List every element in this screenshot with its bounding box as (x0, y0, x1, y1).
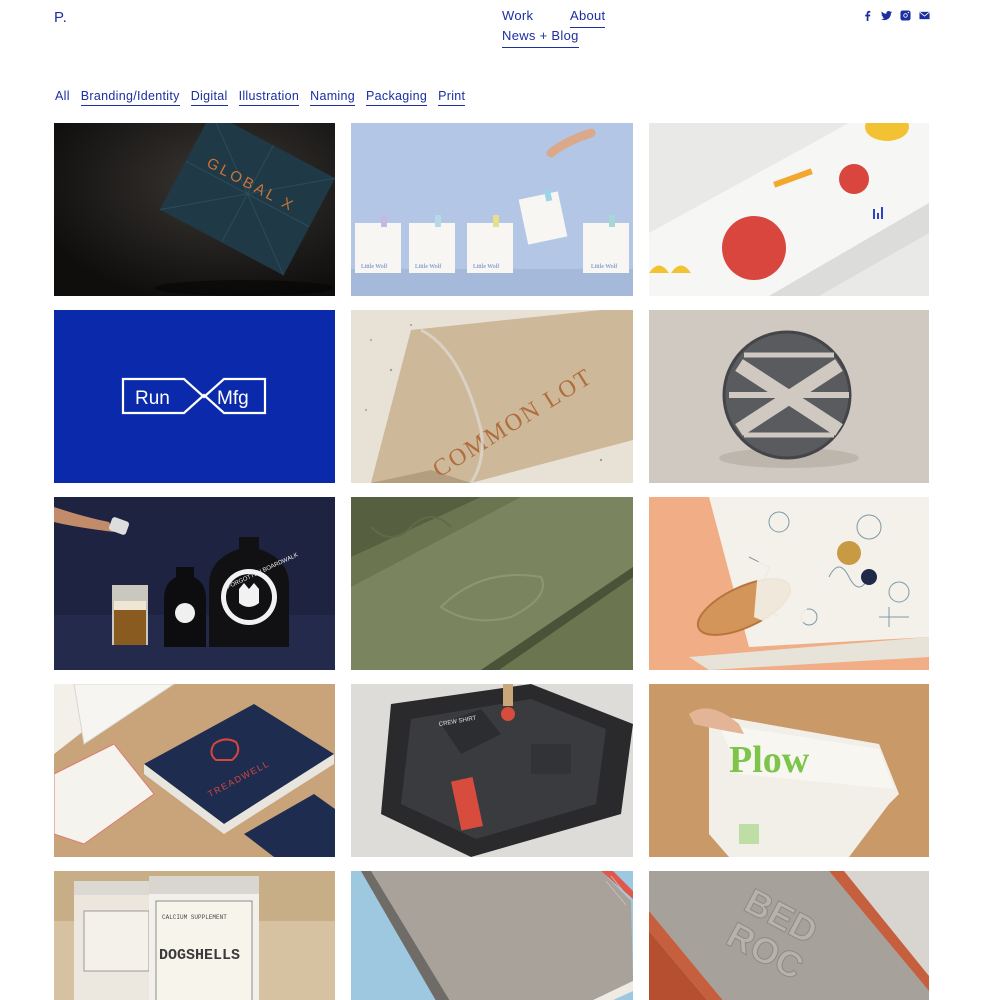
email-icon[interactable] (919, 10, 930, 21)
project-tile-treadwell[interactable]: TREADWELL (54, 684, 335, 857)
facebook-icon[interactable] (862, 10, 873, 21)
category-filters: All Branding/Identity Digital Illustrati… (55, 89, 466, 106)
svg-text:Little Wolf: Little Wolf (415, 263, 441, 270)
project-tile-common-lot[interactable]: COMMON LOT (351, 310, 633, 483)
project-tile-dogshells[interactable]: CALCIUM SUPPLEMENT DOGSHELLS (54, 871, 335, 1000)
project-grid: GLOBAL X Little Wolf Little Wolf Little … (54, 123, 929, 1000)
main-nav: Work About News + Blog (502, 8, 606, 48)
project-tile-gray-emblem[interactable] (649, 310, 929, 483)
twitter-icon[interactable] (881, 10, 892, 21)
filter-naming[interactable]: Naming (310, 89, 356, 106)
project-tile-plow[interactable]: Plow (649, 684, 929, 857)
filter-illustration[interactable]: Illustration (238, 89, 300, 106)
svg-text:Little Wolf: Little Wolf (591, 263, 617, 270)
svg-text:Little Wolf: Little Wolf (473, 263, 499, 270)
social-links (862, 10, 930, 21)
project-tile-run-mfg[interactable]: Run Mfg (54, 310, 335, 483)
project-tile-bread-wrap[interactable] (649, 497, 929, 670)
project-tile-green-folder[interactable] (351, 497, 633, 670)
nav-about[interactable]: About (570, 8, 606, 28)
project-tile-colorful-box[interactable] (649, 123, 929, 296)
project-tile-notebook[interactable] (351, 871, 633, 1000)
instagram-icon[interactable] (900, 10, 911, 21)
nav-work[interactable]: Work (502, 8, 570, 28)
filter-all[interactable]: All (55, 89, 70, 106)
svg-text:CALCIUM SUPPLEMENT: CALCIUM SUPPLEMENT (162, 914, 227, 921)
filter-digital[interactable]: Digital (190, 89, 228, 106)
filter-branding-identity[interactable]: Branding/Identity (80, 89, 180, 106)
project-tile-forgotten-boardwalk[interactable]: FORGOTTEN BOARDWALK (54, 497, 335, 670)
filter-print[interactable]: Print (438, 89, 466, 106)
svg-text:Run: Run (135, 388, 170, 409)
filter-packaging[interactable]: Packaging (366, 89, 428, 106)
nav-news-blog[interactable]: News + Blog (502, 28, 579, 48)
svg-text:Little Wolf: Little Wolf (361, 263, 387, 270)
project-tile-crew-shirt[interactable]: CREW SHIRT (351, 684, 633, 857)
svg-text:Mfg: Mfg (217, 388, 249, 409)
logo[interactable]: P. (54, 9, 67, 26)
project-tile-bedroc[interactable]: BED ROC (649, 871, 929, 1000)
project-tile-little-wolf[interactable]: Little Wolf Little Wolf Little Wolf Litt… (351, 123, 633, 296)
svg-text:Plow: Plow (729, 739, 810, 781)
svg-text:DOGSHELLS: DOGSHELLS (159, 947, 240, 964)
project-tile-global-x[interactable]: GLOBAL X (54, 123, 335, 296)
